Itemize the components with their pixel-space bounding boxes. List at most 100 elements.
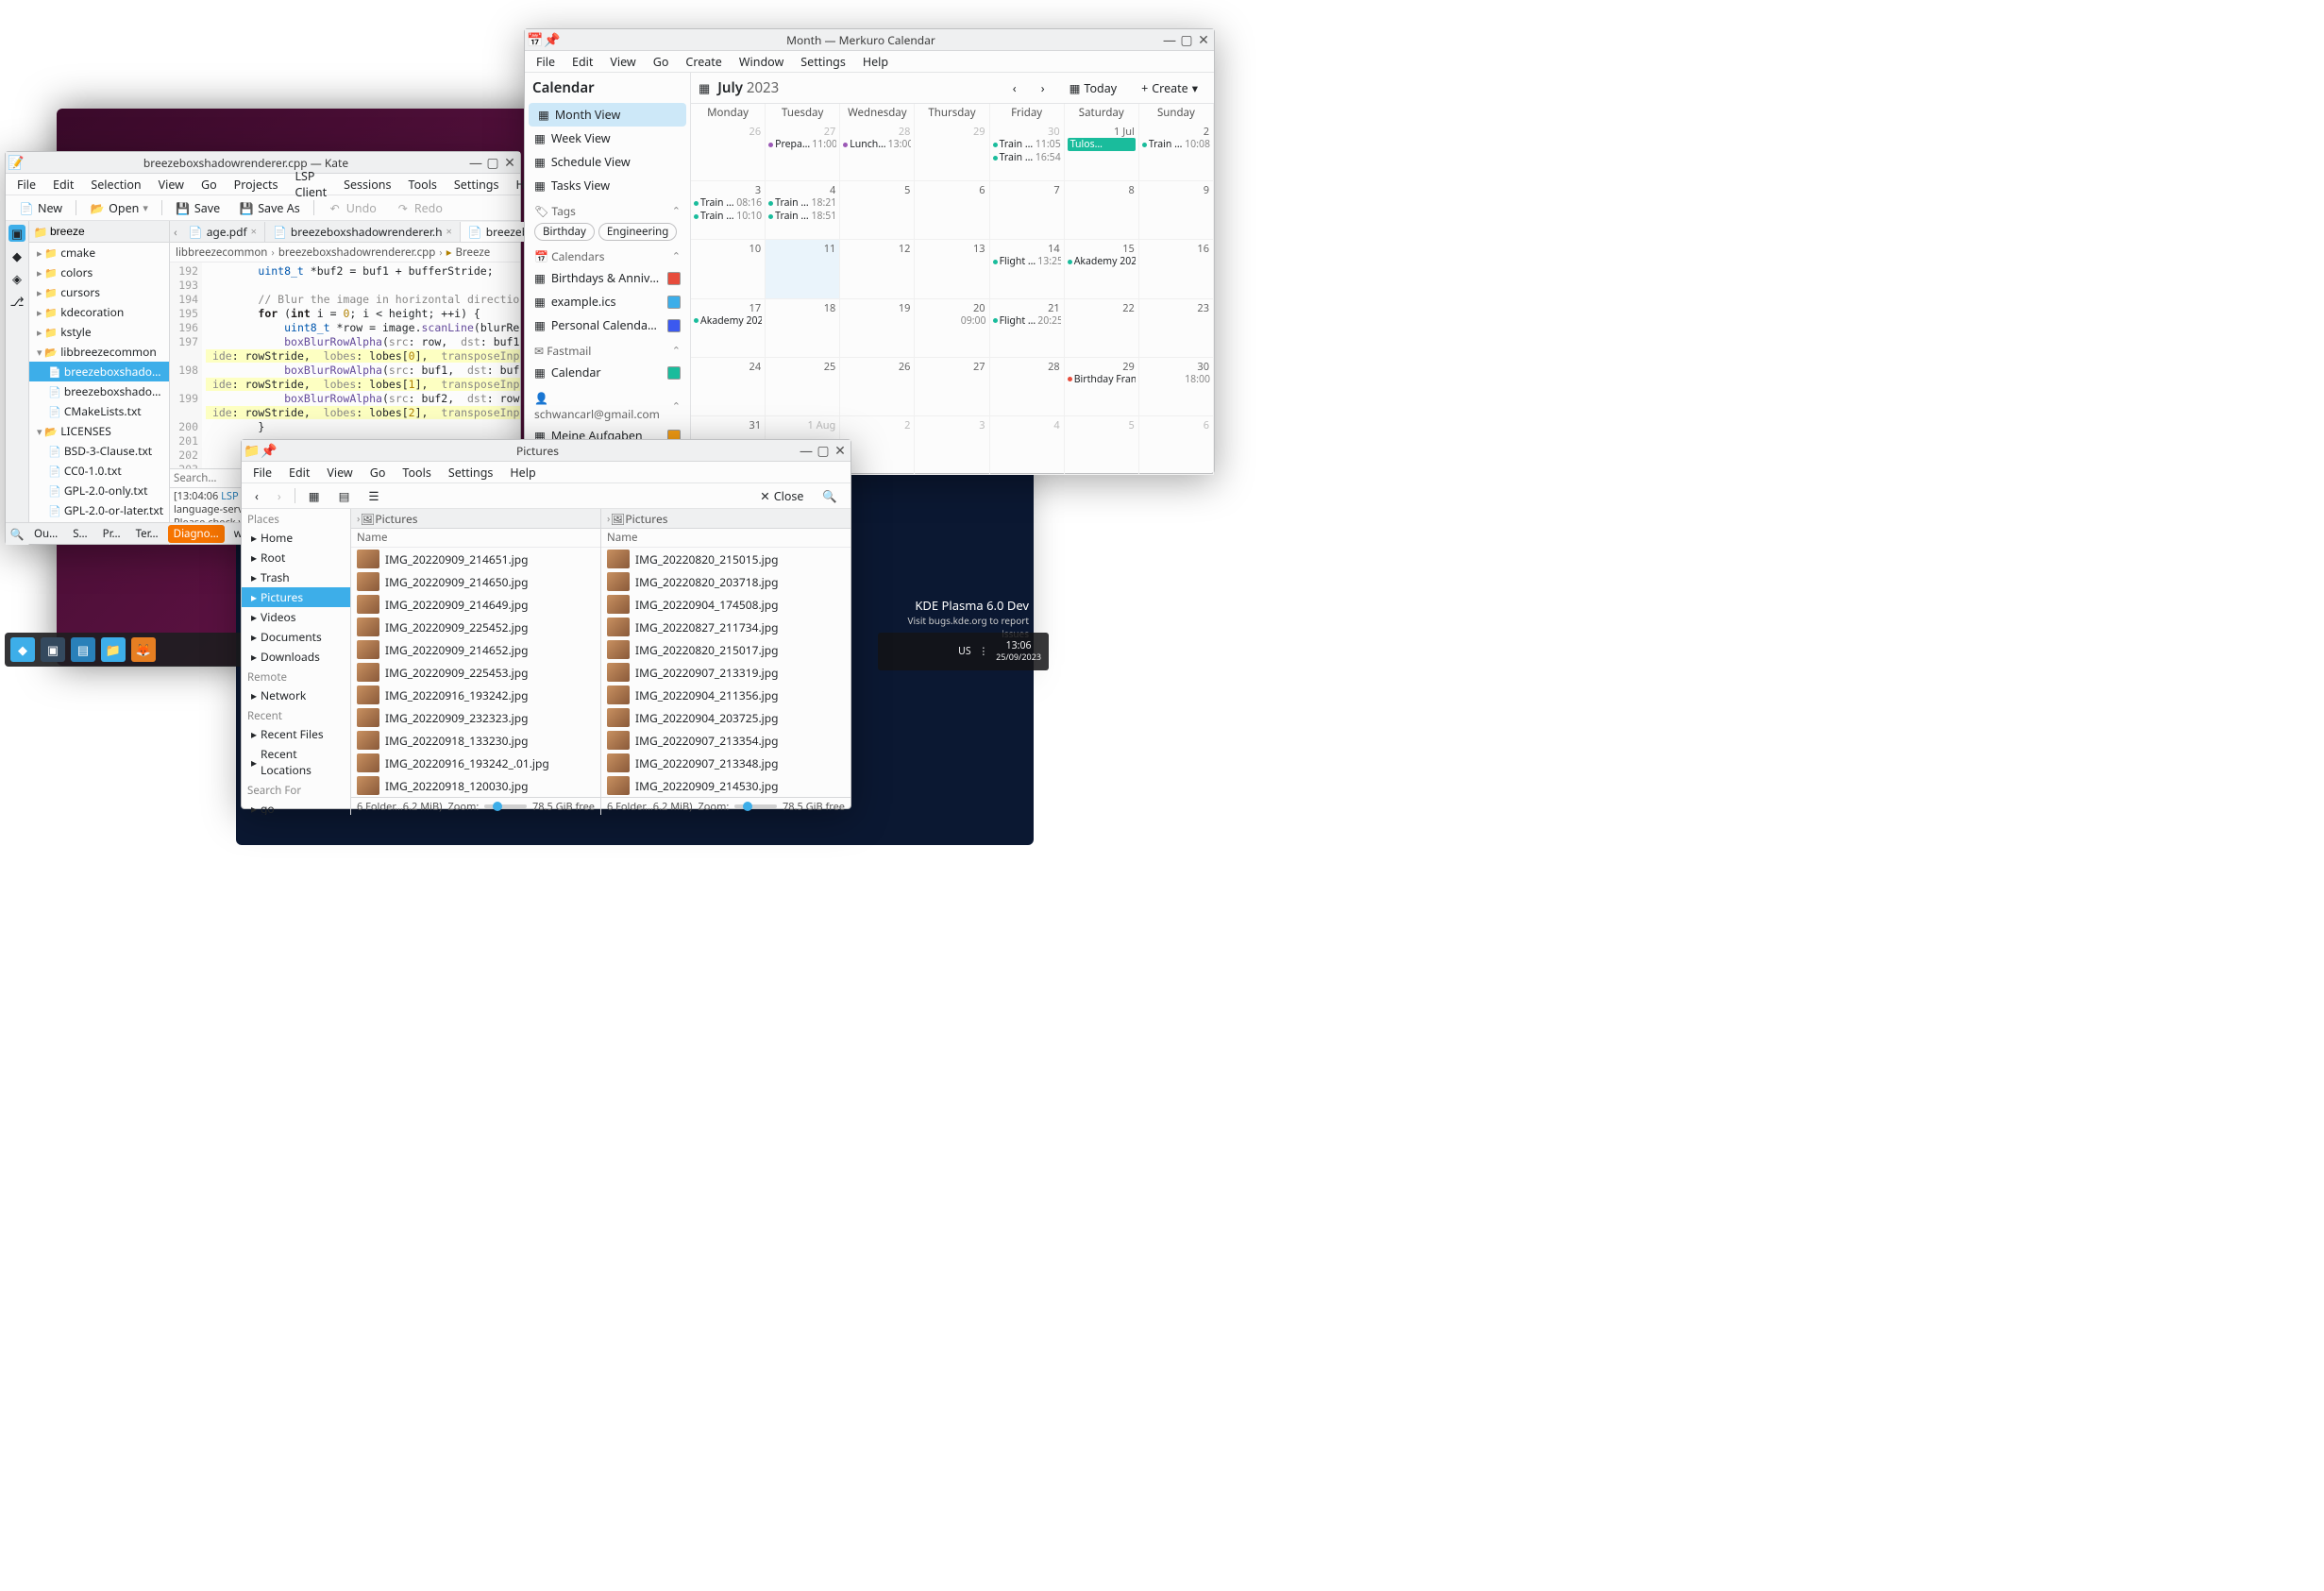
menu-lsp client[interactable]: LSP Client — [287, 166, 334, 202]
file-row[interactable]: IMG_20220909_214530.jpg — [601, 774, 850, 797]
tree-item[interactable]: ▸ 📁 kstyle — [29, 322, 169, 342]
file-row[interactable]: IMG_20220820_203718.jpg — [601, 570, 850, 593]
app-launcher-icon[interactable]: ◆ — [10, 637, 35, 662]
close-icon[interactable]: ✕ — [834, 444, 847, 457]
compact-view-button[interactable]: ▤ — [331, 486, 358, 506]
file-row[interactable]: IMG_20220916_193242.jpg — [351, 684, 600, 706]
day-cell[interactable]: 21Flight …20:25 — [990, 299, 1065, 358]
menu-tools[interactable]: Tools — [401, 175, 445, 195]
place-item[interactable]: ▸ Videos — [242, 607, 350, 627]
day-cell[interactable]: 25 — [766, 358, 840, 416]
menu-help[interactable]: Help — [855, 52, 896, 72]
day-cell[interactable]: 4 — [990, 416, 1065, 475]
file-row[interactable]: IMG_20220909_225452.jpg — [351, 616, 600, 638]
menu-create[interactable]: Create — [678, 52, 729, 72]
place-item[interactable]: ▸ Documents — [242, 627, 350, 647]
day-cell[interactable]: 15Akademy 2023 - Thessaloniki (in pe — [1065, 240, 1139, 298]
tag-chip[interactable]: Birthday — [534, 223, 595, 241]
day-cell[interactable]: 3 — [915, 416, 989, 475]
file-row[interactable]: IMG_20220909_214652.jpg — [351, 638, 600, 661]
system-tray[interactable]: US ⋮ 13:06 25/09/2023 — [878, 633, 1049, 670]
icons-view-button[interactable]: ▦ — [301, 486, 328, 506]
place-item[interactable]: ▸ Pictures — [242, 587, 350, 607]
day-cell[interactable]: 1 JulTulos… — [1065, 123, 1139, 181]
undo-button[interactable]: ↶Undo — [320, 198, 384, 218]
menu-tools[interactable]: Tools — [395, 463, 438, 482]
day-cell[interactable]: 19 — [840, 299, 915, 358]
search-icon[interactable]: 🔍 — [9, 526, 25, 541]
day-cell[interactable]: 29Birthday Frank — [1065, 358, 1139, 416]
file-row[interactable]: IMG_20220904_174508.jpg — [601, 593, 850, 616]
today-button[interactable]: ▦ Today — [1061, 77, 1126, 99]
menu-file[interactable]: File — [245, 463, 279, 482]
day-cell[interactable]: 8 — [1065, 181, 1139, 240]
day-cell[interactable]: 2 — [840, 416, 915, 475]
wifi-icon[interactable]: ⋮ — [979, 645, 989, 658]
day-cell[interactable]: 12 — [840, 240, 915, 298]
file-row[interactable]: IMG_20220909_232323.jpg — [351, 706, 600, 729]
tree-item[interactable]: 📄 CMakeLists.txt — [29, 401, 169, 421]
menu-help[interactable]: Help — [502, 463, 543, 482]
file-row[interactable]: IMG_20220909_214651.jpg — [351, 548, 600, 570]
task-icon[interactable]: ▤ — [71, 637, 95, 662]
maximize-icon[interactable]: ▢ — [486, 156, 499, 169]
keyboard-layout[interactable]: US — [958, 645, 970, 658]
file-row[interactable]: IMG_20220820_215017.jpg — [601, 638, 850, 661]
nav-prev-button[interactable]: ‹ — [1004, 77, 1025, 99]
file-row[interactable]: IMG_20220907_213319.jpg — [601, 661, 850, 684]
open-button[interactable]: 📂Open▾ — [82, 198, 156, 218]
file-row[interactable]: IMG_20220907_213354.jpg — [601, 729, 850, 752]
tag-chip[interactable]: Engineering — [598, 223, 678, 241]
create-button[interactable]: + Create ▾ — [1133, 77, 1206, 99]
day-cell[interactable]: 28Lunch…13:00 — [840, 123, 915, 181]
clock[interactable]: 13:06 25/09/2023 — [996, 641, 1041, 662]
menu-go[interactable]: Go — [194, 175, 225, 195]
day-cell[interactable]: 14Flight …13:25 — [990, 240, 1065, 298]
day-cell[interactable]: 13 — [915, 240, 989, 298]
day-cell[interactable]: 3Train …08:16Train …10:10 — [691, 181, 766, 240]
view-tasks-view[interactable]: ▦ Tasks View — [525, 174, 690, 197]
back-button[interactable]: ‹ — [247, 486, 266, 506]
breadcrumb[interactable]: libbreezecommon› breezeboxshadowrenderer… — [170, 243, 520, 262]
day-cell[interactable]: 24 — [691, 358, 766, 416]
place-item[interactable]: ▸ Root — [242, 548, 350, 567]
tree-item[interactable]: ▾ 📂 LICENSES — [29, 421, 169, 441]
tree-item[interactable]: 📄 GPL-2.0-only.txt — [29, 481, 169, 500]
place-item[interactable]: ▸ Recent Files — [242, 724, 350, 744]
maximize-icon[interactable]: ▢ — [1180, 33, 1193, 46]
place-item[interactable]: ▸ Downloads — [242, 647, 350, 667]
day-cell[interactable]: 17Akademy 2023 - Thessaloniki (in person… — [691, 299, 766, 358]
split-close-button[interactable]: ✕ Close — [752, 486, 811, 506]
file-row[interactable]: IMG_20220907_213348.jpg — [601, 752, 850, 774]
file-row[interactable]: IMG_20220909_214650.jpg — [351, 570, 600, 593]
day-cell[interactable]: 6 — [1139, 416, 1214, 475]
calendar-item[interactable]: ▦ Birthdays & Anniversaries — [525, 266, 690, 290]
menu-view[interactable]: View — [151, 175, 192, 195]
view-month-view[interactable]: ▦ Month View — [529, 103, 686, 127]
calendar-item[interactable]: ▦ Calendar — [525, 361, 690, 384]
dolphin-titlebar[interactable]: 📁📌 Pictures — ▢ ✕ — [242, 440, 850, 462]
find-button[interactable]: 🔍 — [815, 486, 845, 506]
calendar-item[interactable]: ▦ Personal Calendar (Default) — [525, 313, 690, 337]
place-item[interactable]: ▸ Network — [242, 685, 350, 705]
bottom-tab[interactable]: Ou… — [28, 525, 63, 543]
day-cell[interactable]: 23 — [1139, 299, 1214, 358]
bottom-tab[interactable]: Diagno… — [168, 525, 225, 543]
file-row[interactable]: IMG_20220904_211356.jpg — [601, 684, 850, 706]
place-item[interactable]: ▸ Trash — [242, 567, 350, 587]
place-item[interactable]: ▸ Home — [242, 528, 350, 548]
minimize-icon[interactable]: — — [1163, 33, 1176, 46]
day-cell[interactable]: 16 — [1139, 240, 1214, 298]
day-cell[interactable]: 5 — [840, 181, 915, 240]
day-cell[interactable]: 10 — [691, 240, 766, 298]
editor-tab[interactable]: 📄breezeboxshadowrenderer.h × — [265, 222, 461, 242]
forward-button[interactable]: › — [270, 486, 289, 506]
code-editor[interactable]: 192193194195196197 198 199 2002012022032… — [170, 262, 520, 468]
menu-selection[interactable]: Selection — [83, 175, 148, 195]
month-grid[interactable]: MondayTuesdayWednesdayThursdayFridaySatu… — [691, 103, 1214, 475]
file-row[interactable]: IMG_20220909_225453.jpg — [351, 661, 600, 684]
close-icon[interactable]: ✕ — [1197, 33, 1210, 46]
editor-tab[interactable]: 📄age.pdf × — [181, 222, 265, 242]
tab-prev-icon[interactable]: ‹ — [170, 224, 181, 240]
file-row[interactable]: IMG_20220918_133230.jpg — [351, 729, 600, 752]
